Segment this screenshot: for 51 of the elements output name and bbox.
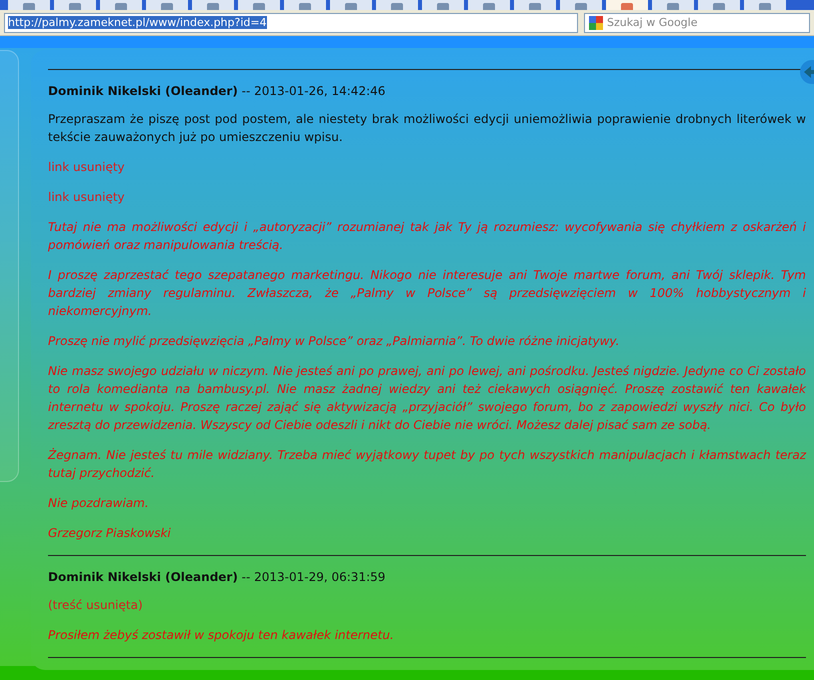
browser-tab[interactable] xyxy=(468,0,510,10)
search-field[interactable]: Szukaj w Google xyxy=(584,12,810,32)
address-field[interactable]: http://palmy.zameknet.pl/www/index.php?id=4 xyxy=(4,12,578,32)
browser-tab[interactable] xyxy=(744,0,786,10)
browser-tab[interactable] xyxy=(560,0,602,10)
quoted-paragraph: Nie masz swojego udziału w niczym. Nie jesteś ani po prawej, ani po lewej, ani pośrodku. Jesteś nigdzie. Jedyne co Ci zostało to rola komedianta na bambusy.pl. Nie masz żadnej wiedzy ani też ciekawych osiągnięć. Proszę zostawić ten kawałek internetu w spokoju. Proszę raczej zająć się aktywizacją „przyjaciół” swojego forum, bo z zapowiedzi wyszły nici. Co było zresztą do przewidzenia. Wszyscy od Ciebie odeszli i nikt do Ciebie nie wróci. Możesz dalej pisać sam ze sobą. xyxy=(48,363,806,434)
quoted-paragraph: Nie pozdrawiam. xyxy=(48,495,150,512)
favicon-icon xyxy=(391,3,403,10)
search-engine-icon xyxy=(589,16,603,30)
favicon-icon xyxy=(115,3,127,10)
favicon-icon xyxy=(621,3,633,10)
removed-notice: link usunięty xyxy=(48,159,126,176)
favicon-icon xyxy=(437,3,449,10)
browser-tab[interactable] xyxy=(698,0,740,10)
favicon-icon xyxy=(161,3,173,10)
post-header: Dominik Nikelski (Oleander) -- 2013-01-29, 06:31:59 xyxy=(48,570,386,584)
browser-tab[interactable] xyxy=(238,0,280,10)
favicon-icon xyxy=(207,3,219,10)
favicon-icon xyxy=(69,3,81,10)
browser-tab[interactable] xyxy=(514,0,556,10)
quoted-paragraph: Proszę nie mylić przedsięwzięcia „Palmy w Polsce” oraz „Palmiarnia”. To dwie różne inicjatywy. xyxy=(48,333,620,350)
favicon-icon xyxy=(253,3,265,10)
quoted-paragraph: Tutaj nie ma możliwości edycji i „autoryzacji” rozumianej tak jak Ty ją rozumiesz: wycofywania się chyłkiem z oskarżeń i pomówień oraz manipulowania treścią. xyxy=(48,219,806,254)
quoted-paragraph: I proszę zaprzestać tego szepatanego marketingu. Nikogo nie interesuje ani Twoje martwe forum, ani Twój sklepik. Tym bardziej zmiany regulaminu. Zwłaszcza, że „Palmy w Polsce” są przedsięwzięciem w 100% hobbystycznym i niekomercyjnym. xyxy=(48,267,806,320)
favicon-icon xyxy=(23,3,35,10)
browser-tab[interactable] xyxy=(192,0,234,10)
browser-tab[interactable] xyxy=(284,0,326,10)
favicon-icon xyxy=(759,3,771,10)
browser-tab[interactable] xyxy=(8,0,50,10)
quoted-paragraph: Prosiłem żebyś zostawił w spokoju ten kawałek internetu. xyxy=(48,627,395,644)
favicon-icon xyxy=(713,3,725,10)
browser-tab[interactable] xyxy=(54,0,96,10)
favicon-icon xyxy=(529,3,541,10)
favicon-icon xyxy=(345,3,357,10)
quoted-paragraph: Żegnam. Nie jesteś tu mile widziany. Trzeba mieć wyjątkowy tupet by po tych wszystkich manipulacjach i kłamstwach teraz tutaj przychodzić. xyxy=(48,447,806,482)
removed-notice: link usunięty xyxy=(48,189,126,206)
browser-tab[interactable] xyxy=(422,0,464,10)
browser-tab[interactable] xyxy=(376,0,418,10)
favicon-icon xyxy=(483,3,495,10)
favicon-icon xyxy=(575,3,587,10)
favicon-icon xyxy=(667,3,679,10)
post-paragraph: Przepraszam że piszę post pod postem, ale niestety brak możliwości edycji uniemożliwia poprawienie drobnych literówek w tekście zauważonych już po umieszczeniu wpisu. xyxy=(48,111,806,146)
browser-tab[interactable] xyxy=(146,0,188,10)
quoted-paragraph: Grzegorz Piaskowski xyxy=(48,525,172,542)
browser-tab[interactable] xyxy=(330,0,372,10)
browser-tab[interactable] xyxy=(100,0,142,10)
post-header: Dominik Nikelski (Oleander) -- 2013-01-26, 14:42:46 xyxy=(48,84,386,98)
removed-notice: (treść usunięta) xyxy=(48,597,144,614)
favicon-icon xyxy=(299,3,311,10)
browser-tab[interactable] xyxy=(606,0,648,10)
browser-tab[interactable] xyxy=(652,0,694,10)
